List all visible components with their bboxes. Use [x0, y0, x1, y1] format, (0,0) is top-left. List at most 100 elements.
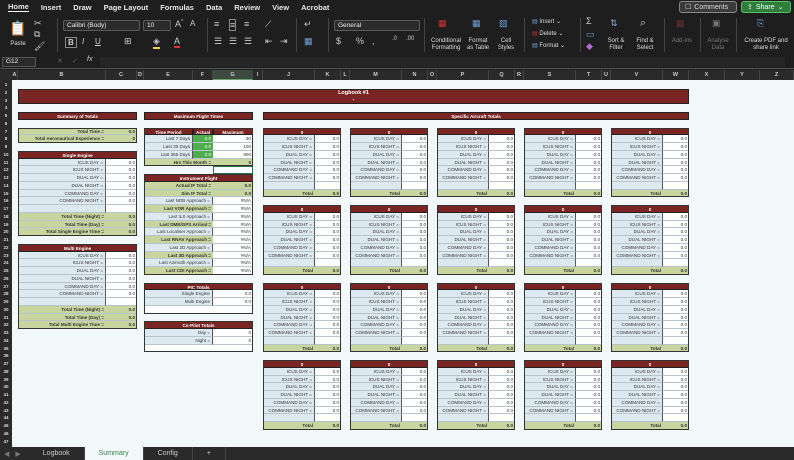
format-as-table-button[interactable]: Format as Table [466, 38, 490, 52]
aircraft-row-value[interactable]: 0.0 [315, 166, 341, 174]
row-header[interactable]: 37 [0, 360, 12, 368]
aircraft-row-value[interactable]: 0.0 [315, 298, 341, 306]
row-header[interactable]: 24 [0, 259, 12, 267]
row-header[interactable]: 32 [0, 321, 12, 329]
empty-cell[interactable] [315, 337, 341, 345]
aircraft-row-value[interactable]: 0.0 [315, 391, 341, 399]
row-header[interactable]: 7 [0, 128, 12, 136]
aircraft-row-value[interactable]: 0.0 [489, 213, 515, 221]
instrument-value[interactable]: #N/A [213, 267, 253, 275]
aircraft-row-value[interactable]: 0.0 [663, 174, 689, 182]
function-icon[interactable]: fx [87, 56, 92, 63]
insert-cells-button[interactable]: ▤ Insert ⌄ [532, 19, 561, 26]
maximum-value[interactable]: 100 [213, 143, 253, 151]
row-header[interactable]: 36 [0, 352, 12, 360]
orientation-icon[interactable]: ⟋ [265, 19, 271, 30]
format-cells-button[interactable]: ▤ Format ⌄ [532, 43, 565, 50]
empty-cell[interactable] [489, 182, 515, 190]
aircraft-row-value[interactable]: 0.0 [315, 236, 341, 244]
font-size-select[interactable]: 10 [143, 20, 171, 31]
aircraft-row-value[interactable]: 0.0 [402, 166, 428, 174]
row-header[interactable]: 18 [0, 213, 12, 221]
aircraft-row-value[interactable]: 0.0 [315, 306, 341, 314]
aircraft-row-value[interactable]: 0.0 [315, 329, 341, 337]
autosum-icon[interactable]: Σ [586, 16, 592, 26]
empty-cell[interactable] [663, 259, 689, 267]
row-header[interactable]: 17 [0, 205, 12, 213]
aircraft-row-value[interactable]: 0.0 [663, 244, 689, 252]
aircraft-row-value[interactable]: 0.0 [663, 399, 689, 407]
aircraft-row-value[interactable]: 0.0 [402, 306, 428, 314]
tab-insert[interactable]: Insert [41, 3, 61, 12]
sort-filter-icon[interactable]: ⇅ [610, 18, 618, 29]
aircraft-row-value[interactable]: 0.0 [576, 298, 602, 306]
row-header[interactable]: 19 [0, 221, 12, 229]
row-header[interactable]: 31 [0, 314, 12, 322]
aircraft-row-value[interactable]: 0.0 [576, 376, 602, 384]
aircraft-row-value[interactable]: 0.0 [489, 143, 515, 151]
decrease-decimal-icon[interactable]: .00 [406, 36, 414, 42]
row-value[interactable]: 0.0 [106, 275, 137, 283]
column-header-o[interactable]: O [428, 70, 437, 80]
column-header-n[interactable]: N [402, 70, 428, 80]
row-header[interactable]: 47 [0, 438, 12, 446]
bold-button[interactable]: B [65, 37, 77, 48]
tab-draw[interactable]: Draw [73, 3, 91, 12]
aircraft-row-value[interactable]: 0.0 [663, 135, 689, 143]
column-header-u[interactable]: U [602, 70, 611, 80]
aircraft-row-value[interactable]: 0.0 [663, 321, 689, 329]
row-header[interactable]: 43 [0, 407, 12, 415]
wrap-text-icon[interactable]: ↵ [304, 19, 312, 30]
empty-cell[interactable] [489, 337, 515, 345]
aircraft-row-value[interactable]: 0.0 [402, 213, 428, 221]
column-header-p[interactable]: P [437, 70, 489, 80]
align-middle-icon[interactable]: ≡ [229, 19, 236, 31]
cell-styles-icon[interactable]: ▨ [499, 18, 508, 29]
row-header[interactable]: 28 [0, 290, 12, 298]
aircraft-row-value[interactable]: 0.0 [576, 399, 602, 407]
aircraft-row-value[interactable]: 0.0 [315, 174, 341, 182]
aircraft-row-value[interactable]: 0.0 [663, 236, 689, 244]
aircraft-row-value[interactable]: 0.0 [402, 159, 428, 167]
empty-cell[interactable] [402, 259, 428, 267]
row-header[interactable]: 14 [0, 182, 12, 190]
tab-formulas[interactable]: Formulas [160, 3, 194, 12]
empty-cell[interactable] [315, 414, 341, 422]
aircraft-row-value[interactable]: 0.0 [576, 228, 602, 236]
column-header-x[interactable]: X [689, 70, 725, 80]
row-header[interactable]: 42 [0, 399, 12, 407]
row-header[interactable]: 21 [0, 236, 12, 244]
row-header[interactable]: 39 [0, 376, 12, 384]
cell-styles-button[interactable]: Cell Styles [494, 38, 518, 52]
name-box[interactable]: G12 [2, 57, 36, 67]
next-sheet-icon[interactable]: ▶ [13, 450, 28, 458]
tab-page-layout[interactable]: Page Layout [104, 3, 149, 12]
formula-input[interactable] [100, 57, 785, 67]
aircraft-row-value[interactable]: 0.0 [663, 329, 689, 337]
aircraft-row-value[interactable]: 0.0 [663, 368, 689, 376]
find-select-button[interactable]: Find & Select [633, 38, 657, 52]
aircraft-row-value[interactable]: 0.0 [576, 407, 602, 415]
aircraft-row-value[interactable]: 0.0 [402, 135, 428, 143]
row-header[interactable]: 23 [0, 252, 12, 260]
row-value[interactable]: 0.0 [106, 190, 137, 198]
aircraft-row-value[interactable]: 0.0 [663, 383, 689, 391]
aircraft-row-value[interactable]: 0.0 [315, 159, 341, 167]
row-header[interactable]: 1 [0, 81, 12, 89]
row-header[interactable]: 38 [0, 368, 12, 376]
aircraft-row-value[interactable]: 0.0 [489, 244, 515, 252]
aircraft-row-value[interactable]: 0.0 [576, 321, 602, 329]
row-header[interactable]: 3 [0, 97, 12, 105]
empty-cell[interactable] [213, 345, 253, 353]
column-header-q[interactable]: Q [489, 70, 515, 80]
conditional-formatting-button[interactable]: Conditional Formatting [428, 38, 464, 52]
aircraft-row-value[interactable]: 0.0 [663, 306, 689, 314]
column-header-y[interactable]: Y [725, 70, 760, 80]
align-center-icon[interactable]: ☰ [229, 36, 237, 47]
cut-icon[interactable]: ✂ [34, 18, 42, 29]
instrument-value[interactable]: #N/A [213, 259, 253, 267]
pic-value[interactable]: 0.0 [213, 290, 253, 298]
sheet-tab-config[interactable]: Config [144, 447, 193, 460]
aircraft-row-value[interactable]: 0.0 [663, 252, 689, 260]
aircraft-row-value[interactable]: 0.0 [489, 321, 515, 329]
